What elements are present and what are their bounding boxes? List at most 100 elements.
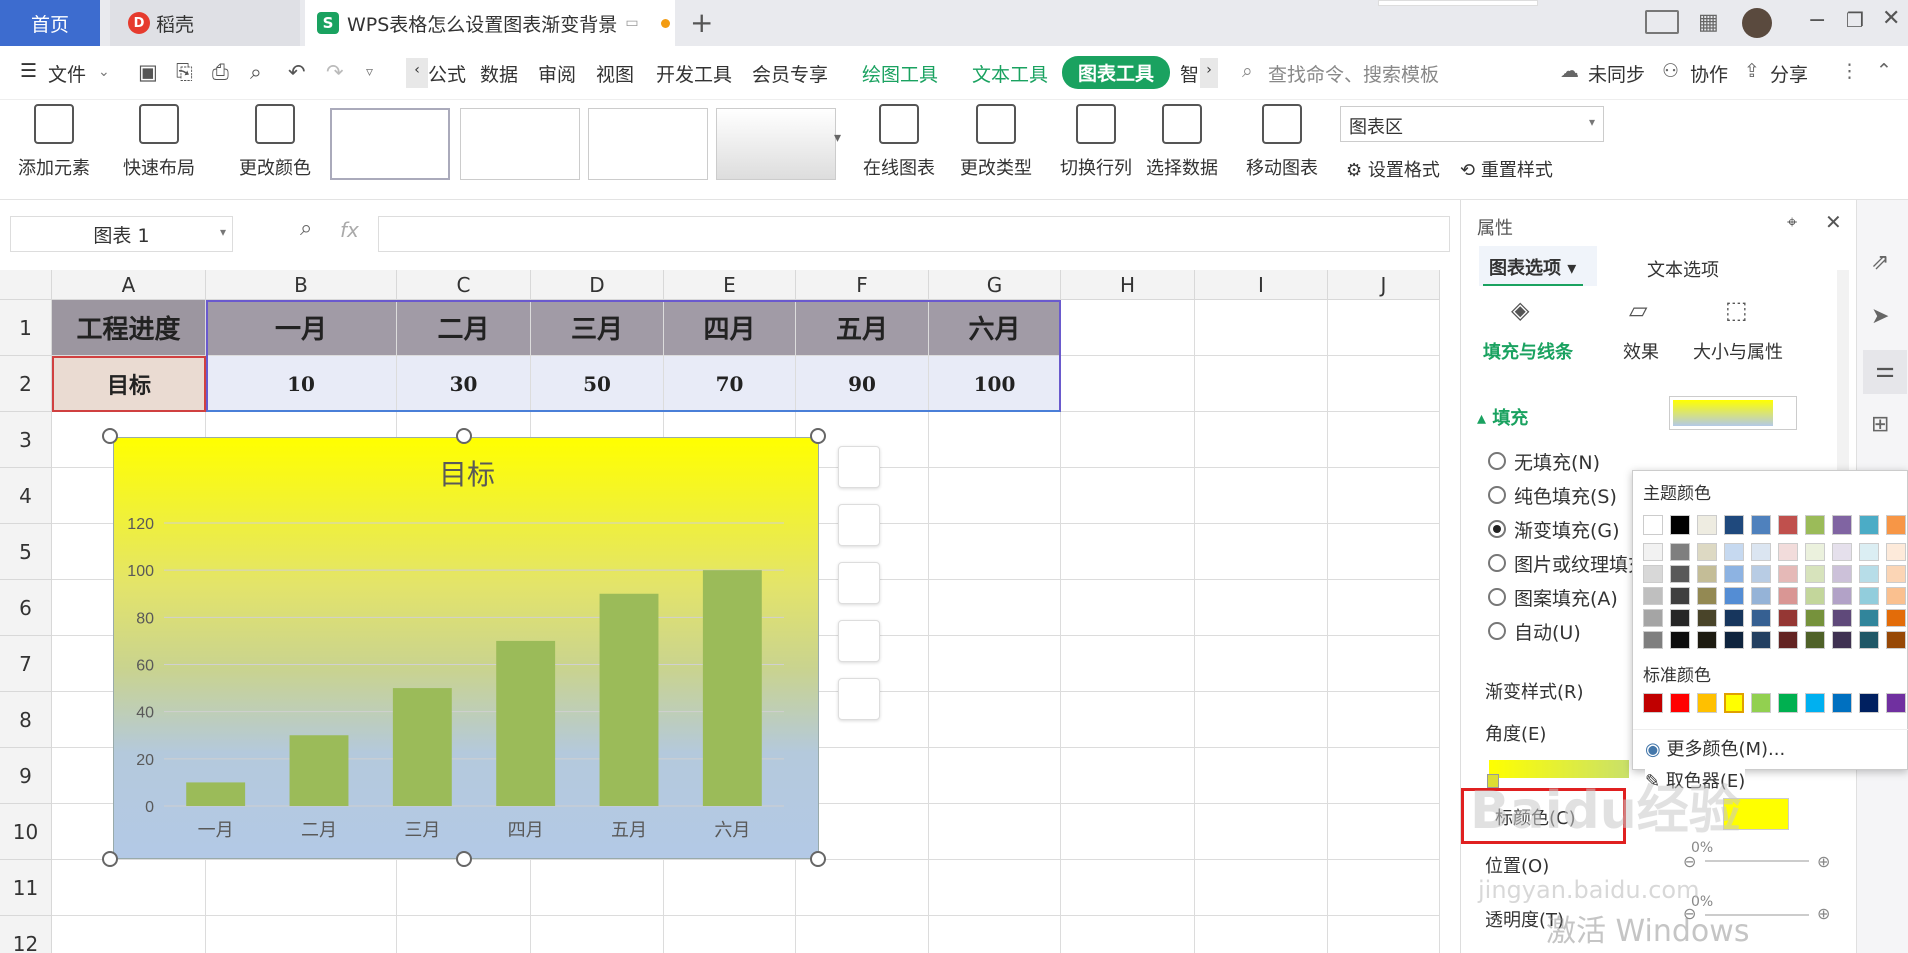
cell[interactable]: [1061, 692, 1195, 748]
chevron-down-icon[interactable]: ⌄: [98, 64, 110, 80]
fill-option-label[interactable]: 纯色填充(S): [1514, 482, 1617, 509]
add-tab-button[interactable]: +: [690, 6, 713, 39]
color-swatch[interactable]: [1832, 515, 1852, 535]
color-swatch[interactable]: [1886, 515, 1906, 535]
color-swatch[interactable]: [1805, 543, 1825, 561]
color-swatch[interactable]: [1778, 543, 1798, 561]
cell[interactable]: [929, 412, 1061, 468]
chart-area[interactable]: 目标 0 20 40 60 80 100 120 一月 二月 三月 四月 五月 六月: [113, 437, 819, 859]
bar[interactable]: [702, 570, 762, 806]
subtab-effect[interactable]: 效果: [1623, 338, 1659, 364]
color-swatch[interactable]: [1886, 587, 1906, 605]
bar[interactable]: [392, 688, 452, 806]
color-swatch[interactable]: [1724, 609, 1744, 627]
color-swatch[interactable]: [1670, 515, 1690, 535]
row-header-8[interactable]: 8: [0, 692, 52, 748]
color-swatch[interactable]: [1832, 543, 1852, 561]
zoom-icon[interactable]: ⌕: [300, 216, 312, 241]
collab-button[interactable]: 协作: [1690, 60, 1728, 87]
color-swatch[interactable]: [1778, 565, 1798, 583]
select-all-corner[interactable]: [0, 270, 52, 300]
cell[interactable]: [929, 692, 1061, 748]
color-swatch[interactable]: [1778, 515, 1798, 535]
cell[interactable]: [929, 580, 1061, 636]
cell[interactable]: [1195, 748, 1328, 804]
color-swatch[interactable]: [1832, 587, 1852, 605]
resize-handle[interactable]: [810, 851, 826, 867]
color-swatch[interactable]: [1832, 609, 1852, 627]
close-panel-icon[interactable]: ✕: [1825, 210, 1842, 234]
cell[interactable]: [1061, 356, 1195, 412]
header-cell[interactable]: 二月: [397, 300, 531, 356]
header-cell[interactable]: 一月: [206, 300, 397, 356]
quick-layout-button[interactable]: 快速布局: [116, 104, 202, 180]
color-swatch[interactable]: [1859, 587, 1879, 605]
row-header-6[interactable]: 6: [0, 580, 52, 636]
fill-option-radio[interactable]: [1488, 554, 1506, 572]
cell[interactable]: [796, 916, 929, 953]
menu-file[interactable]: 文件: [48, 60, 86, 87]
color-swatch[interactable]: [1643, 543, 1663, 561]
fill-option-label[interactable]: 自动(U): [1514, 618, 1581, 645]
fill-option-label[interactable]: 图案填充(A): [1514, 584, 1618, 611]
more-options-icon[interactable]: ⋮: [1840, 60, 1859, 82]
color-swatch[interactable]: [1670, 609, 1690, 627]
more-quick-icon[interactable]: ▿: [366, 64, 373, 80]
position-slider[interactable]: [1705, 860, 1809, 862]
color-swatch[interactable]: [1724, 587, 1744, 605]
color-swatch[interactable]: [1886, 565, 1906, 583]
cell[interactable]: [929, 524, 1061, 580]
subtab-size[interactable]: 大小与属性: [1693, 338, 1783, 364]
minimize-icon[interactable]: −: [1808, 8, 1826, 33]
column-header-d[interactable]: D: [531, 270, 664, 300]
color-swatch[interactable]: [1778, 631, 1798, 649]
header-cell[interactable]: 六月: [929, 300, 1061, 356]
cell[interactable]: [531, 860, 664, 916]
menu-data[interactable]: 数据: [480, 60, 518, 87]
value-cell[interactable]: 30: [397, 356, 531, 412]
resize-handle[interactable]: [456, 851, 472, 867]
fill-option-label[interactable]: 图片或纹理填充: [1514, 550, 1647, 577]
print-preview-icon[interactable]: ⌕: [250, 60, 262, 85]
fill-option-label[interactable]: 渐变填充(G): [1514, 516, 1620, 543]
color-swatch[interactable]: [1724, 631, 1744, 649]
color-swatch[interactable]: [1643, 609, 1663, 627]
resize-handle[interactable]: [456, 428, 472, 444]
cell[interactable]: [1328, 916, 1440, 953]
more-styles-icon[interactable]: ▾: [834, 130, 841, 146]
menu-draw-tools[interactable]: 绘图工具: [862, 60, 938, 87]
add-element-button[interactable]: 添加元素: [14, 104, 94, 180]
value-cell[interactable]: 90: [796, 356, 929, 412]
column-header-b[interactable]: B: [206, 270, 397, 300]
cell[interactable]: [1195, 916, 1328, 953]
set-format-button[interactable]: ⚙ 设置格式: [1346, 156, 1440, 182]
color-swatch[interactable]: [1643, 515, 1663, 535]
cell[interactable]: [1195, 692, 1328, 748]
color-swatch[interactable]: [1859, 515, 1879, 535]
color-swatch[interactable]: [1859, 609, 1879, 627]
row-header-7[interactable]: 7: [0, 636, 52, 692]
bar[interactable]: [599, 593, 659, 806]
menu-chart-tools[interactable]: 图表工具: [1062, 56, 1171, 89]
position-plus-icon[interactable]: ⊕: [1817, 852, 1830, 871]
value-cell[interactable]: 100: [929, 356, 1061, 412]
color-swatch[interactable]: [1778, 693, 1798, 713]
color-swatch[interactable]: [1670, 631, 1690, 649]
color-swatch[interactable]: [1643, 565, 1663, 583]
cell[interactable]: [1328, 580, 1440, 636]
cell[interactable]: [1328, 468, 1440, 524]
close-window-icon[interactable]: ✕: [1882, 6, 1900, 31]
menu-more[interactable]: 智: [1180, 60, 1199, 87]
column-header-i[interactable]: I: [1195, 270, 1328, 300]
row-header-11[interactable]: 11: [0, 860, 52, 916]
menu-developer[interactable]: 开发工具: [656, 60, 732, 87]
cell[interactable]: [1061, 916, 1195, 953]
cell[interactable]: [929, 860, 1061, 916]
grid-apps-icon[interactable]: ▦: [1698, 10, 1719, 35]
menu-member[interactable]: 会员专享: [752, 60, 828, 87]
cell[interactable]: [1328, 412, 1440, 468]
chart-style-3[interactable]: [588, 108, 708, 180]
menu-review[interactable]: 审阅: [538, 60, 576, 87]
share-button[interactable]: 分享: [1770, 60, 1808, 87]
properties-icon[interactable]: ⚌: [1863, 350, 1907, 394]
